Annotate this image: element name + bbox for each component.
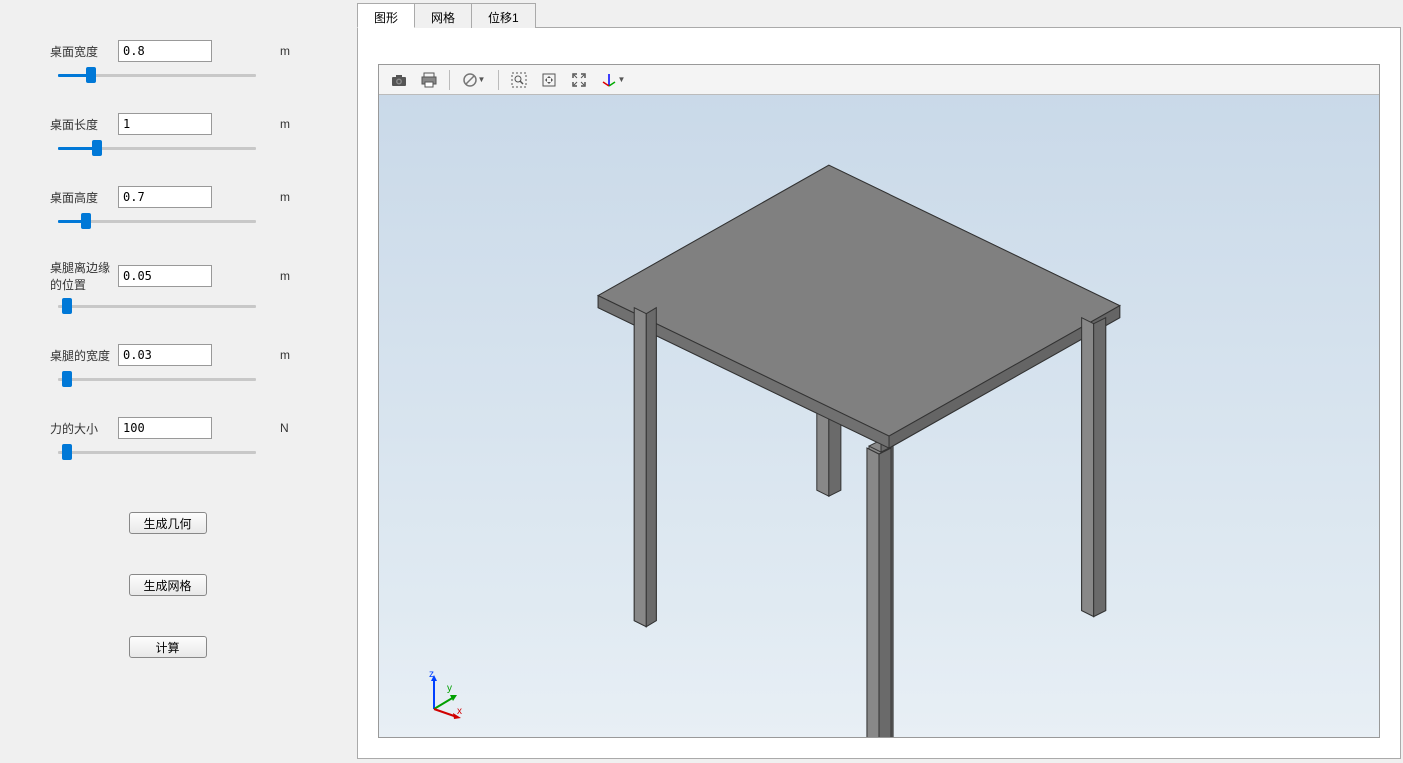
table-model-render: [379, 95, 1379, 737]
param-unit: m: [280, 190, 290, 204]
chevron-down-icon: ▼: [478, 75, 486, 84]
param-label: 桌腿离边缘的位置: [10, 259, 118, 293]
tab-displacement[interactable]: 位移1: [471, 3, 536, 28]
calculate-button[interactable]: 计算: [129, 636, 207, 658]
table-length-slider[interactable]: [58, 141, 256, 155]
param-table-height: 桌面高度 m: [10, 186, 345, 231]
table-length-input[interactable]: [118, 113, 212, 135]
chevron-down-icon: ▼: [618, 75, 626, 84]
leg-offset-slider[interactable]: [58, 299, 256, 313]
results-panel: 图形 网格 位移1 ▼: [355, 0, 1403, 763]
tab-content: ▼ ▼: [357, 28, 1401, 759]
param-label: 力的大小: [10, 420, 118, 437]
axis-gizmo: z y x: [419, 669, 469, 719]
tab-graphics[interactable]: 图形: [357, 3, 415, 28]
table-height-input[interactable]: [118, 186, 212, 208]
parameter-panel: 桌面宽度 m 桌面长度 m 桌面高度 m 桌腿离边缘的位置: [0, 0, 355, 763]
param-unit: m: [280, 117, 290, 131]
svg-text:z: z: [429, 669, 434, 680]
param-unit: m: [280, 44, 290, 58]
toolbar-separator: [449, 70, 450, 90]
table-width-input[interactable]: [118, 40, 212, 62]
svg-text:x: x: [457, 706, 462, 717]
param-label: 桌面宽度: [10, 43, 118, 60]
table-width-slider[interactable]: [58, 68, 256, 82]
scene-options-icon[interactable]: ▼: [456, 68, 492, 92]
leg-offset-input[interactable]: [118, 265, 212, 287]
param-unit: N: [280, 421, 289, 435]
generate-mesh-button[interactable]: 生成网格: [129, 574, 207, 596]
param-leg-offset: 桌腿离边缘的位置 m: [10, 259, 345, 316]
tab-bar: 图形 网格 位移1: [357, 2, 1401, 28]
leg-width-slider[interactable]: [58, 372, 256, 386]
table-height-slider[interactable]: [58, 214, 256, 228]
camera-icon[interactable]: [385, 68, 413, 92]
param-label: 桌面长度: [10, 116, 118, 133]
param-unit: m: [280, 269, 290, 283]
pan-center-icon[interactable]: [535, 68, 563, 92]
viewport-toolbar: ▼ ▼: [379, 65, 1379, 95]
leg-width-input[interactable]: [118, 344, 212, 366]
svg-text:y: y: [447, 683, 452, 694]
zoom-box-icon[interactable]: [505, 68, 533, 92]
zoom-extents-icon[interactable]: [565, 68, 593, 92]
generate-geometry-button[interactable]: 生成几何: [129, 512, 207, 534]
param-force: 力的大小 N: [10, 417, 345, 462]
param-label: 桌腿的宽度: [10, 347, 118, 364]
viewport-3d[interactable]: ▼ ▼: [378, 64, 1380, 738]
param-table-width: 桌面宽度 m: [10, 40, 345, 85]
force-input[interactable]: [118, 417, 212, 439]
param-label: 桌面高度: [10, 189, 118, 206]
toolbar-separator: [498, 70, 499, 90]
axes-view-icon[interactable]: ▼: [595, 68, 631, 92]
param-table-length: 桌面长度 m: [10, 113, 345, 158]
print-icon[interactable]: [415, 68, 443, 92]
force-slider[interactable]: [58, 445, 256, 459]
param-leg-width: 桌腿的宽度 m: [10, 344, 345, 389]
tab-mesh[interactable]: 网格: [414, 3, 472, 28]
param-unit: m: [280, 348, 290, 362]
